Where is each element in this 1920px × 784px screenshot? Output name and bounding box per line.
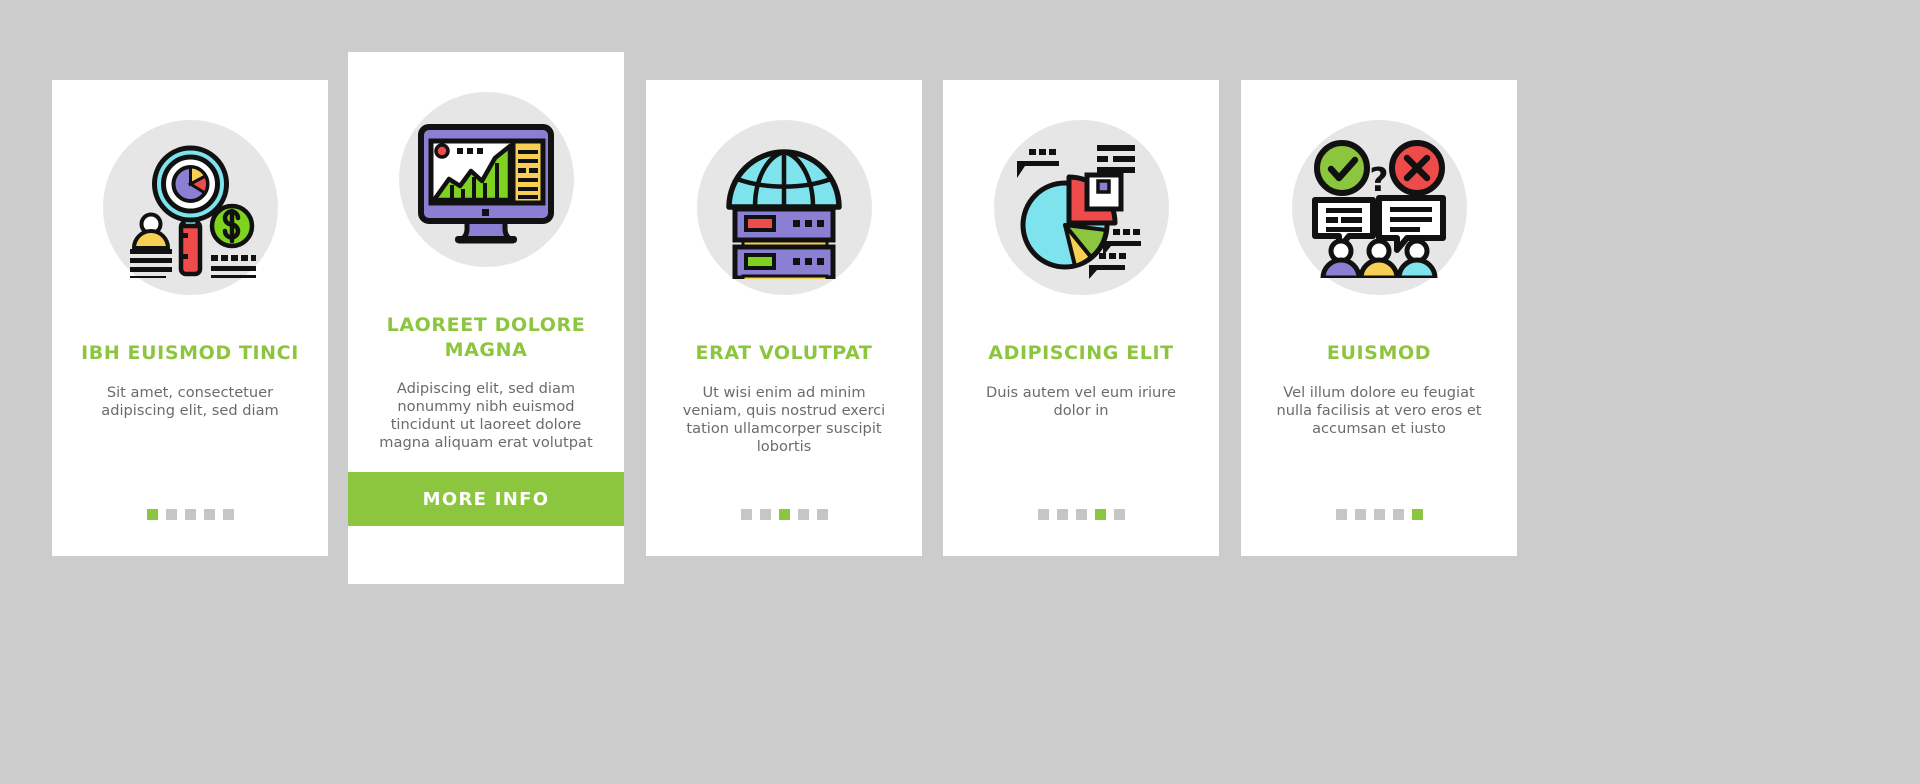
card-title-3: ERAT VOLUTPAT	[695, 342, 873, 364]
card-body-5: Vel illum dolore eu feugiat nulla facili…	[1276, 383, 1482, 437]
pagination-dot[interactable]	[778, 509, 790, 520]
icon-circle-1	[102, 120, 278, 295]
pagination-dot[interactable]	[165, 509, 177, 520]
pagination-dots-4[interactable]	[1037, 509, 1125, 520]
pagination-dot[interactable]	[203, 509, 215, 520]
pagination-dot[interactable]	[1373, 509, 1385, 520]
card-body-1: Sit amet, consectetuer adipiscing elit, …	[101, 383, 279, 419]
onboarding-card-4[interactable]: ADIPISCING ELIT Duis autem vel eum iriur…	[943, 80, 1219, 556]
pagination-dot[interactable]	[184, 509, 196, 520]
onboarding-screens-stage: IBH EUISMOD TINCI Sit amet, consectetuer…	[0, 0, 1920, 784]
card-title-4: ADIPISCING ELIT	[988, 342, 1174, 364]
pagination-dot[interactable]	[1354, 509, 1366, 520]
pagination-dot[interactable]	[1392, 509, 1404, 520]
pagination-dot[interactable]	[222, 509, 234, 520]
icon-circle-3	[696, 120, 872, 295]
pagination-dot[interactable]	[1075, 509, 1087, 520]
onboarding-card-3[interactable]: ERAT VOLUTPAT Ut wisi enim ad minim veni…	[646, 80, 922, 556]
pagination-dots-5[interactable]	[1335, 509, 1423, 520]
desktop-monitor-bar-chart-icon	[415, 113, 557, 247]
card-title-2: LAOREET DOLORE MAGNA	[386, 314, 586, 361]
pagination-dots-1[interactable]	[146, 509, 234, 520]
card-title-1: IBH EUISMOD TINCI	[81, 342, 299, 364]
card-title-5: EUISMOD	[1326, 342, 1432, 364]
pagination-dot[interactable]	[1094, 509, 1106, 520]
card-body-2: Adipiscing elit, sed diam nonummy nibh e…	[379, 380, 593, 452]
pagination-dot[interactable]	[816, 509, 828, 520]
pagination-dot[interactable]	[146, 509, 158, 520]
globe-server-rack-icon	[719, 137, 849, 279]
pagination-dot[interactable]	[740, 509, 752, 520]
svg-text:?: ?	[1369, 160, 1388, 199]
survey-feedback-people-icon: ?	[1307, 138, 1452, 278]
icon-circle-5: ?	[1291, 120, 1467, 295]
pagination-dot[interactable]	[797, 509, 809, 520]
pagination-dot[interactable]	[1335, 509, 1347, 520]
icon-circle-4	[993, 120, 1169, 295]
pagination-dot[interactable]	[1411, 509, 1423, 520]
card-body-4: Duis autem vel eum iriure dolor in	[986, 383, 1176, 419]
pagination-dot[interactable]	[759, 509, 771, 520]
pagination-dot[interactable]	[1056, 509, 1068, 520]
card-body-3: Ut wisi enim ad minim veniam, quis nostr…	[682, 383, 886, 455]
magnifier-pie-chart-analytics-icon	[120, 138, 260, 278]
onboarding-card-5[interactable]: ? EUISMOD Vel illum dolore eu feugiat nu…	[1241, 80, 1517, 556]
pagination-dot[interactable]	[1113, 509, 1125, 520]
onboarding-card-2[interactable]: LAOREET DOLORE MAGNA Adipiscing elit, se…	[348, 52, 624, 584]
more-info-button[interactable]: MORE INFO	[348, 472, 624, 526]
pie-chart-callouts-icon	[1007, 137, 1155, 279]
onboarding-card-1[interactable]: IBH EUISMOD TINCI Sit amet, consectetuer…	[52, 80, 328, 556]
icon-circle-2	[398, 92, 574, 267]
pagination-dot[interactable]	[1037, 509, 1049, 520]
pagination-dots-3[interactable]	[740, 509, 828, 520]
